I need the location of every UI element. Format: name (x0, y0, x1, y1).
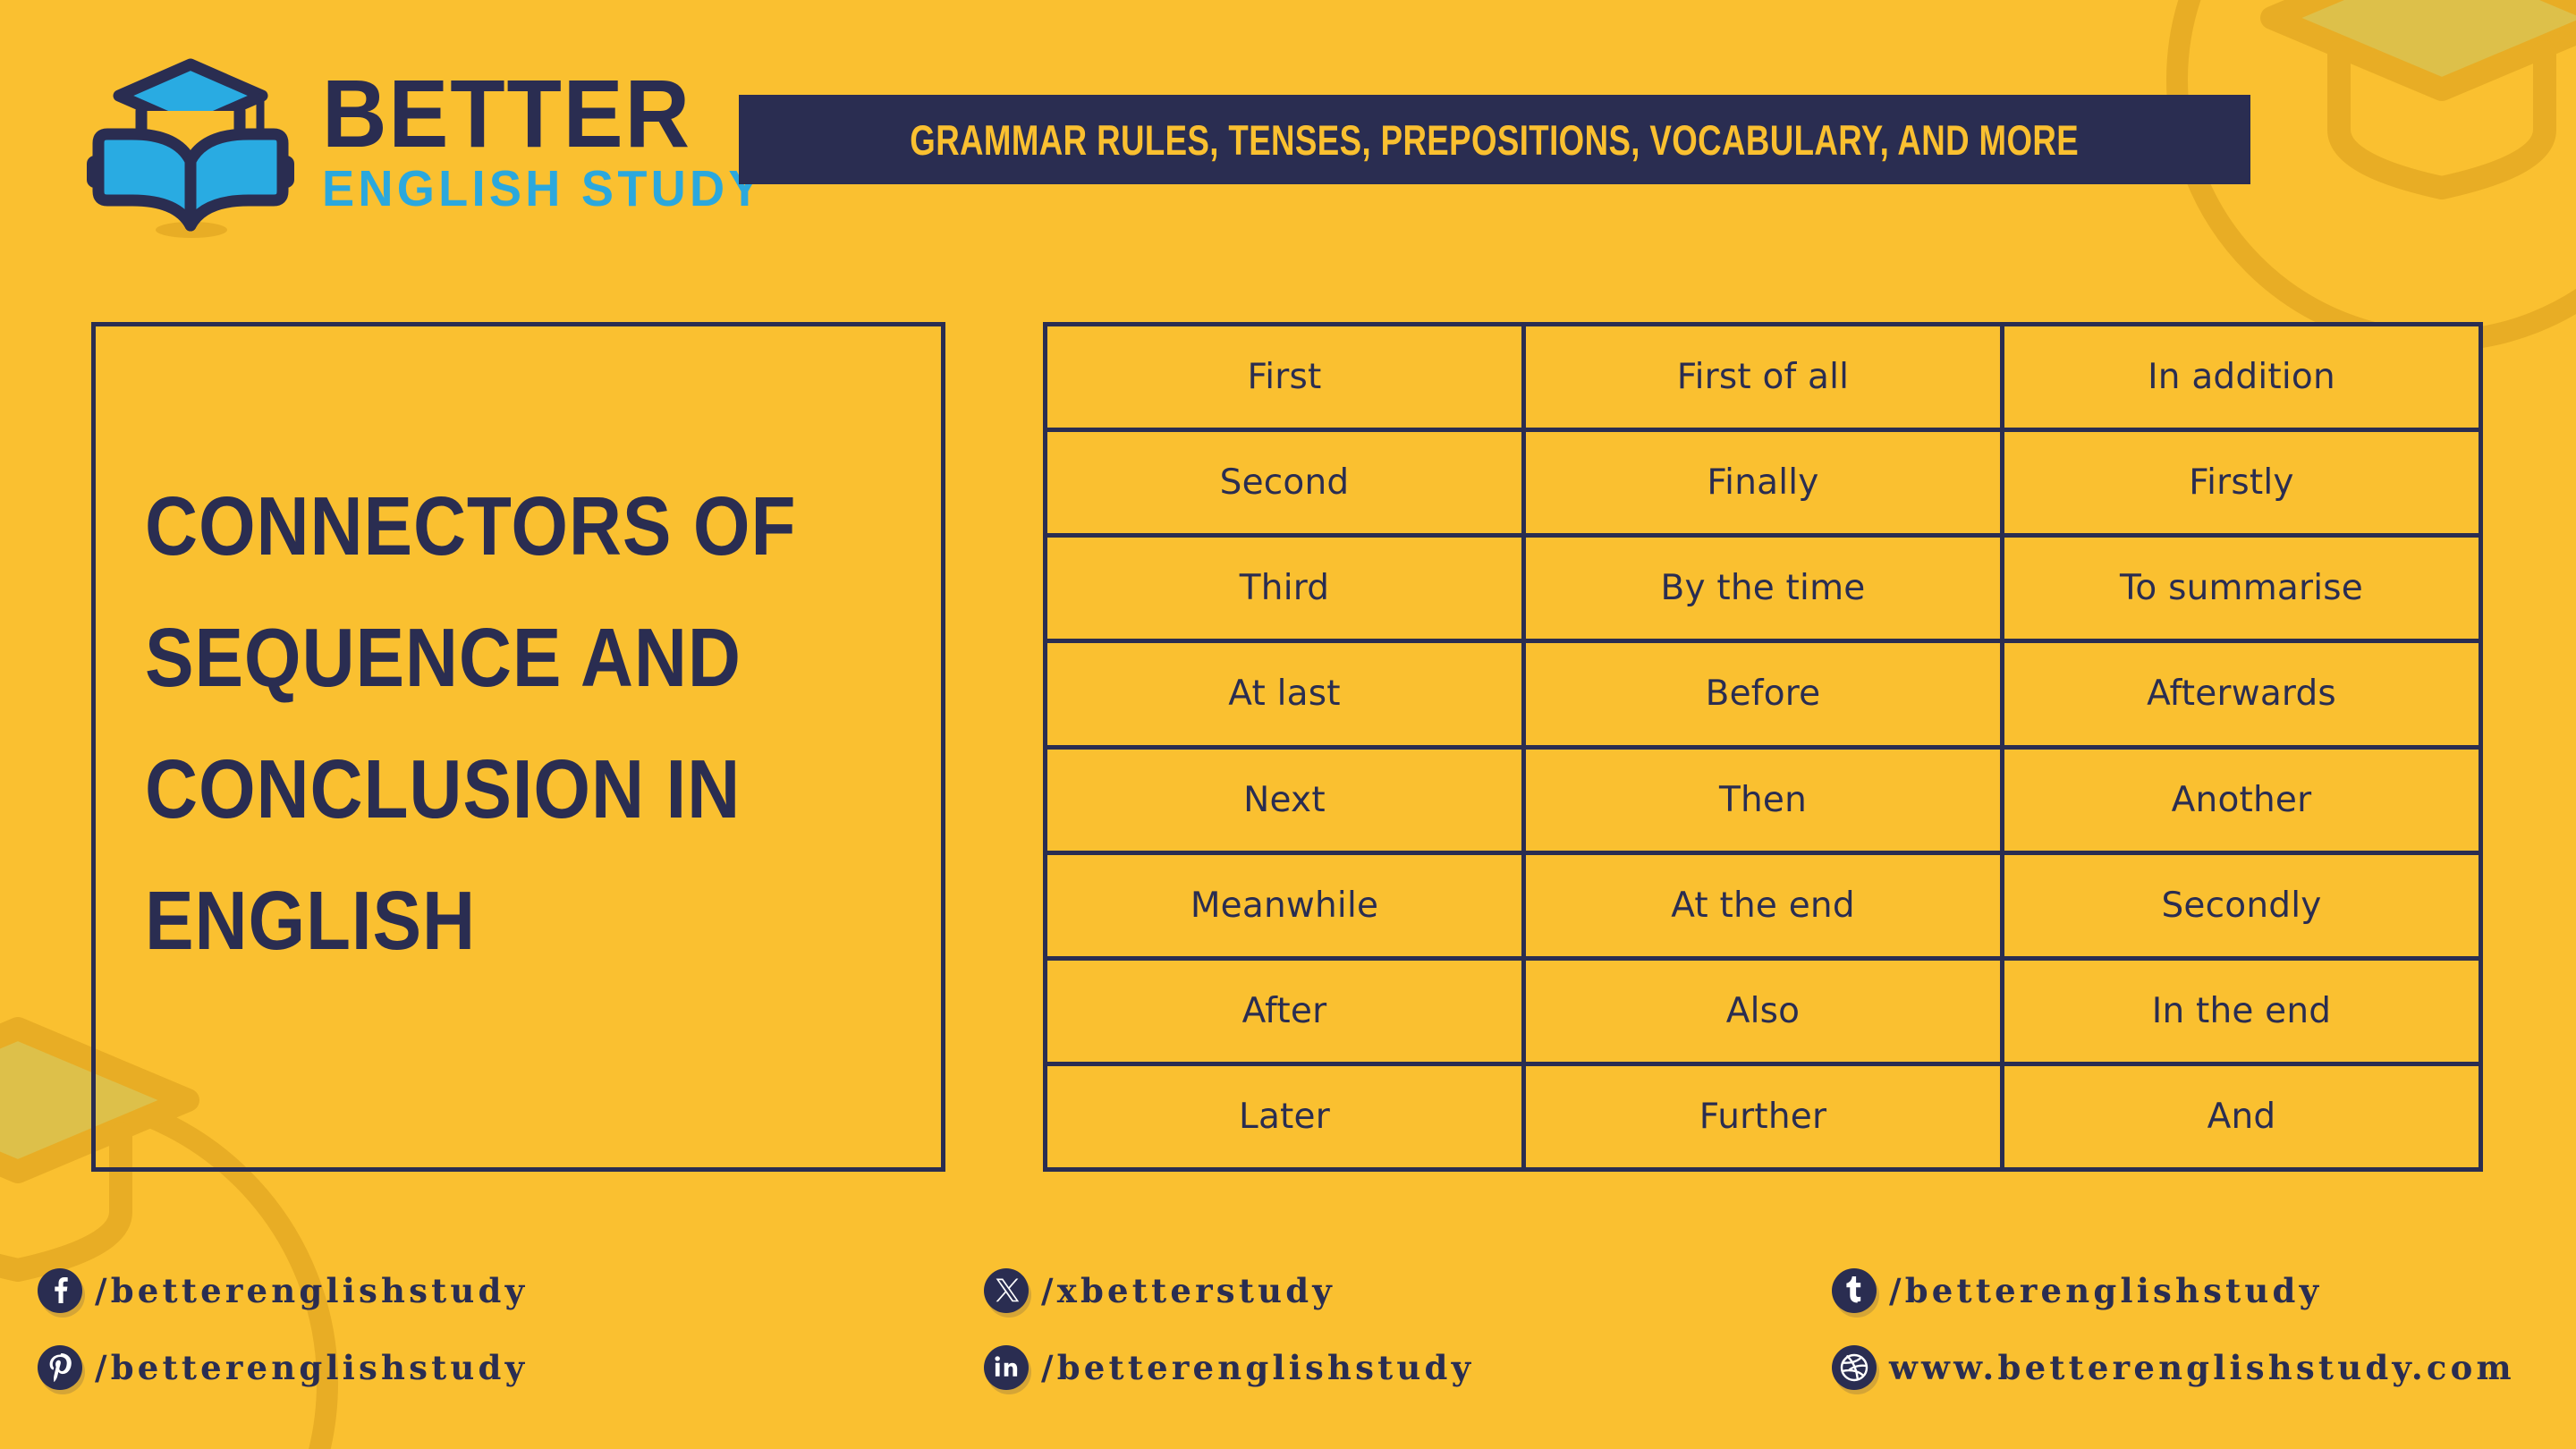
table-row: Meanwhile At the end Secondly (1047, 854, 2479, 956)
table-row: Next Then Another (1047, 749, 2479, 851)
brand-name-top: BETTER (322, 58, 691, 167)
social-handle: /betterenglishstudy (95, 1271, 529, 1310)
table-cell: And (2004, 1065, 2479, 1167)
table-cell: Before (1526, 643, 2000, 745)
pinterest-icon[interactable] (38, 1345, 82, 1390)
table-cell: After (1047, 960, 1521, 1062)
poster-canvas: BETTER ENGLISH STUDY GRAMMAR RULES, TENS… (0, 0, 2576, 1449)
table-row: Second Finally Firstly (1047, 432, 2479, 534)
table-cell: Firstly (2004, 432, 2479, 534)
table-cell: Second (1047, 432, 1521, 534)
brand-name-bottom: ENGLISH STUDY (322, 160, 765, 218)
table-cell: Third (1047, 538, 1521, 640)
linkedin-icon[interactable] (984, 1345, 1029, 1390)
table-cell: Later (1047, 1065, 1521, 1167)
social-handle: /betterenglishstudy (1889, 1271, 2323, 1310)
table-cell: First of all (1526, 326, 2000, 428)
tumblr-icon[interactable] (1832, 1268, 1877, 1313)
table-cell: To summarise (2004, 538, 2479, 640)
table-cell: First (1047, 326, 1521, 428)
social-link[interactable]: www.betterenglishstudy.com (1832, 1329, 2515, 1406)
table-cell: At last (1047, 643, 1521, 745)
table-cell: Afterwards (2004, 643, 2479, 745)
social-link[interactable]: /betterenglishstudy (1832, 1252, 2515, 1329)
table-cell: In the end (2004, 960, 2479, 1062)
table-cell: In addition (2004, 326, 2479, 428)
brand-wordmark: BETTER ENGLISH STUDY (322, 58, 788, 218)
social-link[interactable]: /xbetterstudy (984, 1252, 1474, 1329)
table-cell: At the end (1526, 854, 2000, 956)
social-link[interactable]: /betterenglishstudy (38, 1252, 528, 1329)
table-cell: Next (1047, 749, 1521, 851)
social-link[interactable]: /betterenglishstudy (984, 1329, 1474, 1406)
social-handle: /betterenglishstudy (95, 1348, 529, 1387)
x-twitter-icon[interactable] (984, 1268, 1029, 1313)
page-title: CONNECTORS OF SEQUENCE AND CONCLUSION IN… (145, 479, 797, 967)
dribbble-icon[interactable] (1832, 1345, 1877, 1390)
table-cell: Further (1526, 1065, 2000, 1167)
social-column: /betterenglishstudy/betterenglishstudy (38, 1252, 528, 1406)
table-cell: Meanwhile (1047, 854, 1521, 956)
social-footer: /betterenglishstudy/betterenglishstudy/x… (0, 1252, 2576, 1431)
table-row: First First of all In addition (1047, 326, 2479, 428)
table-cell: Another (2004, 749, 2479, 851)
table-row: After Also In the end (1047, 960, 2479, 1062)
social-column: /xbetterstudy/betterenglishstudy (984, 1252, 1474, 1406)
social-link[interactable]: /betterenglishstudy (38, 1329, 528, 1406)
social-column: /betterenglishstudy www.betterenglishstud… (1832, 1252, 2515, 1406)
table-row: Later Further And (1047, 1065, 2479, 1167)
social-handle: /xbetterstudy (1041, 1271, 1335, 1310)
table-row: Third By the time To summarise (1047, 538, 2479, 640)
social-handle: /betterenglishstudy (1041, 1348, 1475, 1387)
facebook-icon[interactable] (38, 1268, 82, 1313)
table-cell: Then (1526, 749, 2000, 851)
table-cell: Secondly (2004, 854, 2479, 956)
table-cell: Finally (1526, 432, 2000, 534)
graduation-cap-book-icon (79, 47, 302, 239)
connectors-table: First First of all In addition Second Finall… (1043, 322, 2483, 1172)
table-row: At last Before Afterwards (1047, 643, 2479, 745)
social-handle: www.betterenglishstudy.com (1889, 1348, 2515, 1387)
table-cell: By the time (1526, 538, 2000, 640)
topic-banner: GRAMMAR RULES, TENSES, PREPOSITIONS, VOC… (739, 95, 2250, 184)
table-cell: Also (1526, 960, 2000, 1062)
brand-logo[interactable]: BETTER ENGLISH STUDY (79, 47, 788, 239)
title-card: CONNECTORS OF SEQUENCE AND CONCLUSION IN… (91, 322, 945, 1172)
topic-banner-text: GRAMMAR RULES, TENSES, PREPOSITIONS, VOC… (910, 115, 2080, 164)
page-header: BETTER ENGLISH STUDY GRAMMAR RULES, TENS… (0, 0, 2576, 295)
